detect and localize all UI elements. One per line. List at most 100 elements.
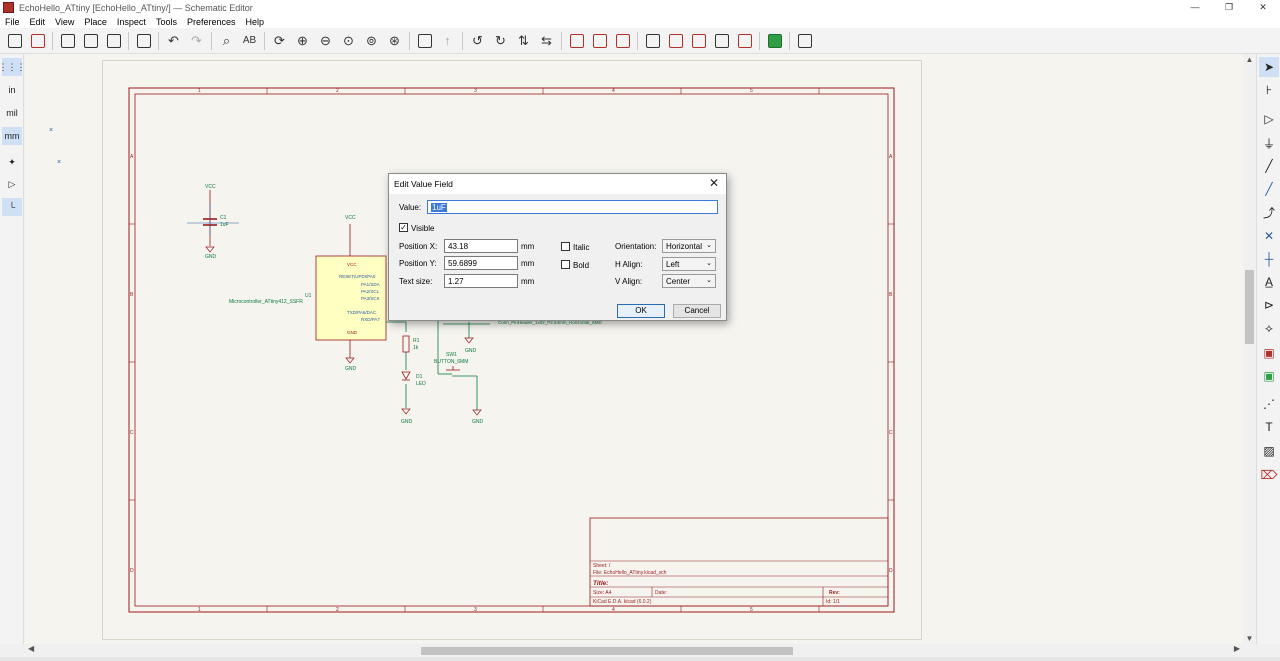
leave-sheet-icon[interactable]: ↑ <box>438 31 457 50</box>
zoom-fit-icon[interactable]: ⊙ <box>339 31 358 50</box>
zoom-out-icon[interactable]: ⊖ <box>316 31 335 50</box>
dialog-close-icon[interactable]: ✕ <box>709 176 719 190</box>
button-sw1[interactable]: SW1 BUTTON_6MM GND <box>434 352 484 425</box>
position-y-input[interactable]: 59.6899 <box>444 256 518 270</box>
zoom-objects-icon[interactable]: ⊚ <box>362 31 381 50</box>
delete-tool-icon[interactable]: ⌦ <box>1259 465 1279 485</box>
wire-to-bus-entry-icon[interactable]: ⤴ <box>1259 202 1279 222</box>
update-from-library-icon[interactable] <box>613 31 632 50</box>
junction-icon[interactable]: ┼ <box>1259 249 1279 269</box>
resistor-r1[interactable]: R1 1k <box>402 335 420 353</box>
menu-edit[interactable]: Edit <box>25 17 51 27</box>
value-input[interactable]: 1uF <box>427 200 718 214</box>
add-label-icon[interactable]: A̲ <box>1259 272 1279 292</box>
led-d1[interactable]: D1 LED GND <box>401 371 426 425</box>
redo-icon[interactable]: ↷ <box>187 31 206 50</box>
scroll-left-icon[interactable]: ◀ <box>28 644 34 653</box>
menu-inspect[interactable]: Inspect <box>112 17 151 27</box>
scroll-right-icon[interactable]: ▶ <box>1234 644 1240 653</box>
capacitor-c1[interactable]: VCC C1 1uF GND <box>187 184 239 260</box>
schematic-setup-icon[interactable] <box>28 31 47 50</box>
import-sheet-pin-icon[interactable]: ▣ <box>1259 366 1279 386</box>
menu-view[interactable]: View <box>50 17 79 27</box>
add-wire-icon[interactable]: ╱ <box>1259 156 1279 176</box>
menu-preferences[interactable]: Preferences <box>182 17 241 27</box>
annotate-icon[interactable] <box>643 31 662 50</box>
symbol-browser-icon[interactable] <box>590 31 609 50</box>
units-mils-button[interactable]: mil <box>2 104 22 122</box>
add-image-icon[interactable]: ▨ <box>1259 441 1279 461</box>
cancel-button[interactable]: Cancel <box>673 304 721 318</box>
scripting-console-icon[interactable] <box>795 31 814 50</box>
vcc-label: VCC <box>205 184 216 190</box>
zoom-in-icon[interactable]: ⊕ <box>293 31 312 50</box>
rotate-ccw-icon[interactable]: ↺ <box>468 31 487 50</box>
mirror-vertical-icon[interactable]: ⇅ <box>514 31 533 50</box>
undo-icon[interactable]: ↶ <box>164 31 183 50</box>
erc-icon[interactable] <box>666 31 685 50</box>
visible-checkbox[interactable]: ✓ <box>399 223 408 232</box>
add-bus-icon[interactable]: ╱ <box>1259 179 1279 199</box>
add-power-icon[interactable]: ⏚ <box>1259 133 1279 153</box>
cursor-style-icon[interactable]: ✦ <box>2 153 22 171</box>
line-mode-icon[interactable]: └ <box>2 198 22 216</box>
rotate-cw-icon[interactable]: ↻ <box>491 31 510 50</box>
orientation-select[interactable]: Horizontal ⌄ <box>662 239 716 253</box>
italic-checkbox[interactable] <box>561 242 570 251</box>
print-icon[interactable] <box>81 31 100 50</box>
refresh-icon[interactable]: ⟳ <box>270 31 289 50</box>
open-pcb-editor-icon[interactable] <box>765 31 784 50</box>
horizontal-scroll-thumb[interactable] <box>421 647 793 655</box>
v-align-select[interactable]: Center ⌄ <box>662 274 716 288</box>
hidden-pins-icon[interactable]: ▷ <box>2 175 22 193</box>
menu-tools[interactable]: Tools <box>151 17 182 27</box>
menu-help[interactable]: Help <box>240 17 269 27</box>
sheet-outer-border <box>128 87 895 613</box>
no-connect-icon[interactable]: ✕ <box>1259 226 1279 246</box>
scroll-down-icon[interactable]: ▼ <box>1243 634 1256 643</box>
text-size-input[interactable]: 1.27 <box>444 274 518 288</box>
find-replace-icon[interactable]: AB <box>240 31 259 50</box>
mirror-horizontal-icon[interactable]: ⇆ <box>537 31 556 50</box>
gnd-label: GND <box>472 419 484 425</box>
microcontroller-u1[interactable]: VCC VCC RESET/UPDI/PA0 PA1/SDA PA2/SCL P… <box>229 215 387 372</box>
add-global-label-icon[interactable]: ⊳ <box>1259 295 1279 315</box>
position-x-input[interactable]: 43.18 <box>444 239 518 253</box>
edit-fields-icon[interactable] <box>735 31 754 50</box>
add-hier-label-icon[interactable]: ⟡ <box>1259 318 1279 338</box>
add-symbol-icon[interactable]: ▷ <box>1259 109 1279 129</box>
plot-icon[interactable] <box>104 31 123 50</box>
add-text-icon[interactable]: T <box>1259 417 1279 437</box>
paste-icon[interactable] <box>134 31 153 50</box>
menu-place[interactable]: Place <box>79 17 112 27</box>
schematic-canvas[interactable]: 1 2 3 4 5 1 2 3 4 5 A B C D A B C D × × <box>25 54 1243 644</box>
minimize-button[interactable]: — <box>1178 0 1212 15</box>
units-mm-button[interactable]: mm <box>2 127 22 145</box>
add-sheet-icon[interactable]: ▣ <box>1259 343 1279 363</box>
find-icon[interactable]: ⌕ <box>217 31 236 50</box>
h-align-label: H Align: <box>615 260 643 269</box>
scroll-up-icon[interactable]: ▲ <box>1243 55 1256 64</box>
maximize-button[interactable]: ❐ <box>1212 0 1246 15</box>
zoom-selection-icon[interactable]: ⊛ <box>385 31 404 50</box>
h-align-select[interactable]: Left ⌄ <box>662 257 716 271</box>
page-settings-icon[interactable] <box>58 31 77 50</box>
close-window-button[interactable]: ✕ <box>1246 0 1280 15</box>
sw1-value: BUTTON_6MM <box>434 359 468 365</box>
save-icon[interactable] <box>5 31 24 50</box>
horizontal-scrollbar[interactable]: ◀ ▶ <box>25 644 1243 657</box>
units-inches-button[interactable]: in <box>2 81 22 99</box>
ok-button[interactable]: OK <box>617 304 665 318</box>
vertical-scrollbar[interactable]: ▲ ▼ <box>1243 54 1256 644</box>
vertical-scroll-thumb[interactable] <box>1245 270 1254 344</box>
menu-file[interactable]: File <box>0 17 25 27</box>
assign-footprints-icon[interactable] <box>689 31 708 50</box>
bom-icon[interactable] <box>712 31 731 50</box>
add-graphic-line-icon[interactable]: ⋰ <box>1259 394 1279 414</box>
symbol-editor-icon[interactable] <box>567 31 586 50</box>
bold-checkbox[interactable] <box>561 260 570 269</box>
select-tool-icon[interactable]: ➤ <box>1259 57 1279 77</box>
highlight-net-icon[interactable]: ⊦ <box>1259 80 1279 100</box>
grid-toggle-icon[interactable]: ⋮⋮⋮ <box>0 58 26 76</box>
hierarchy-navigator-icon[interactable] <box>415 31 434 50</box>
